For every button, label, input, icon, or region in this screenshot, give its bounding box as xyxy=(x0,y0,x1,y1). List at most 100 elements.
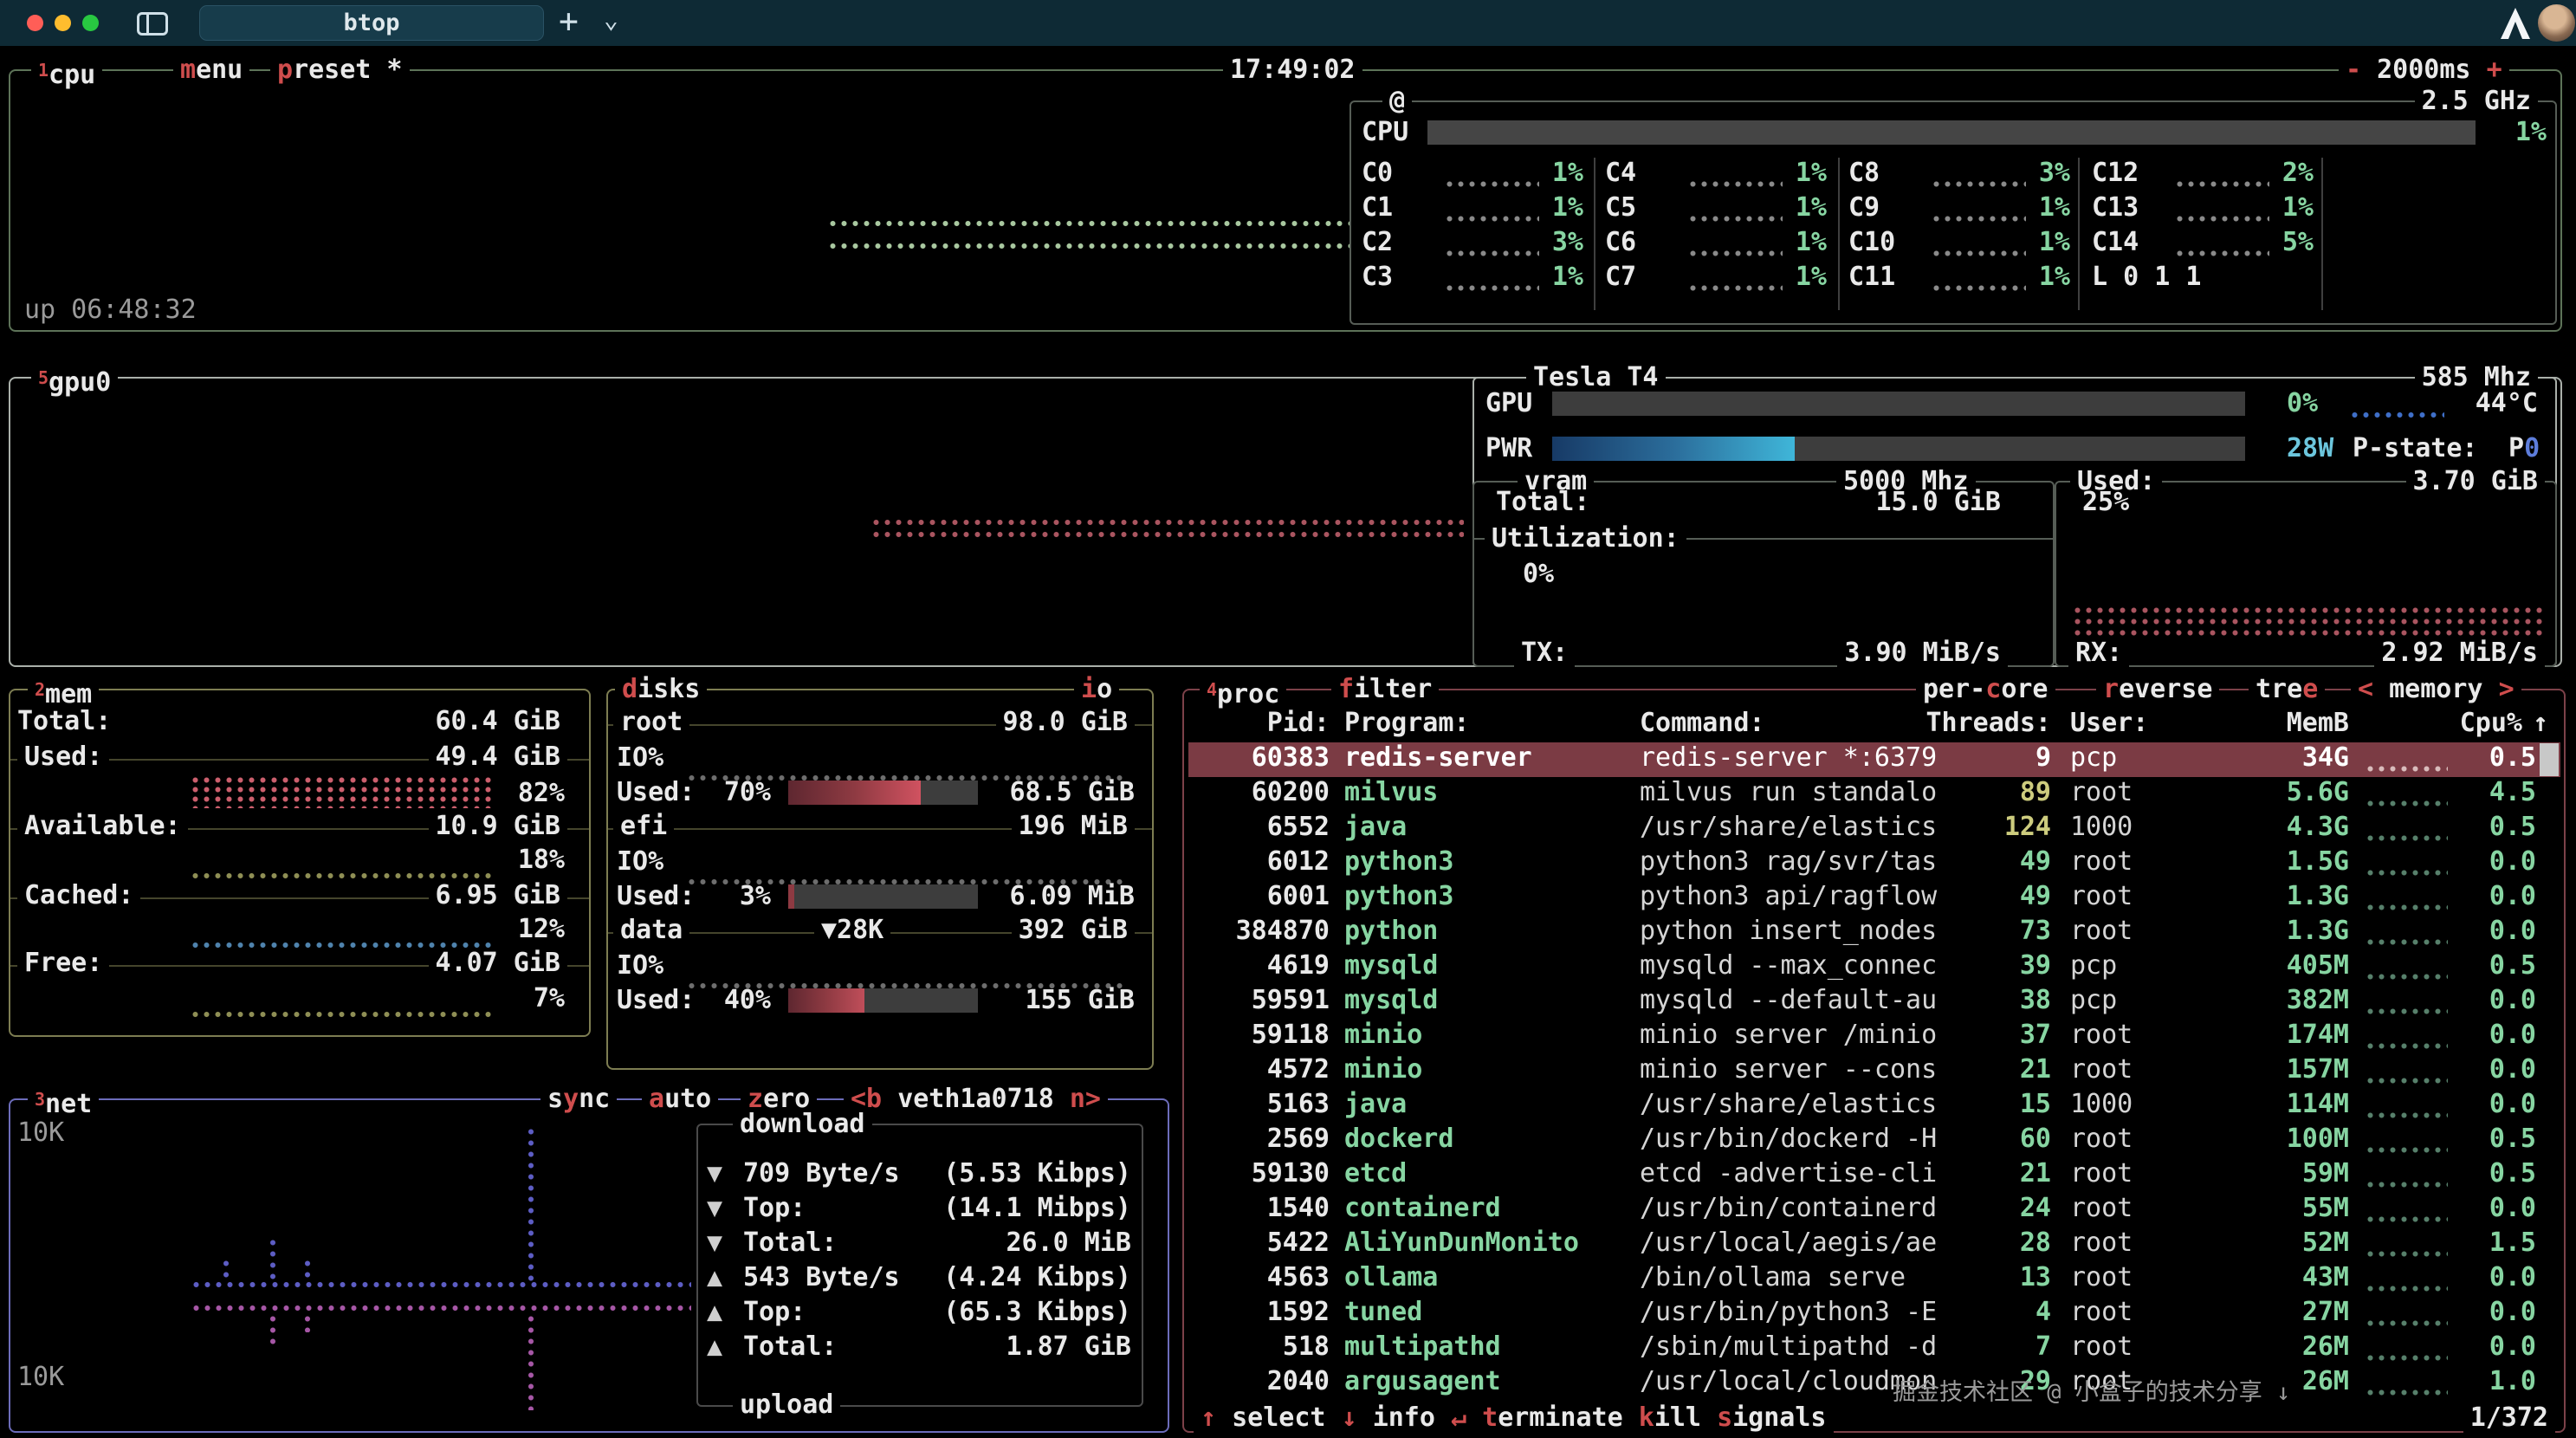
process-row[interactable]: 60383redis-serverredis-server *:63799pcp… xyxy=(1188,742,2560,777)
process-row[interactable]: 1540containerd/usr/bin/containerd24root5… xyxy=(1188,1193,2560,1227)
process-row[interactable]: 5163java/usr/share/elastics151000114M0.0 xyxy=(1188,1089,2560,1124)
new-tab-button[interactable]: + xyxy=(559,2,579,40)
proc-cpu: 0.0 xyxy=(2489,881,2536,911)
col-header-program[interactable]: Program: xyxy=(1344,708,1470,738)
terminate-button[interactable]: terminate xyxy=(1482,1402,1623,1433)
io-mode-button[interactable]: io xyxy=(1074,675,1119,704)
disk-used-meter xyxy=(788,781,978,805)
proc-memb: 1.3G xyxy=(2287,881,2349,911)
signals-button[interactable]: signals xyxy=(1717,1402,1826,1433)
select-up-key[interactable]: ↑ xyxy=(1201,1402,1216,1433)
gpu-pstate-label: P-state: xyxy=(2353,433,2478,463)
process-row[interactable]: 6552java/usr/share/elastics12410004.3G0.… xyxy=(1188,812,2560,846)
proc-program: ollama xyxy=(1344,1262,1438,1292)
enter-key-icon[interactable]: ↵ xyxy=(1451,1402,1466,1433)
reverse-toggle[interactable]: reverse xyxy=(2096,675,2219,704)
disk-io-badge: ▼28K xyxy=(814,916,890,945)
process-row[interactable]: 5422AliYunDunMonito/usr/local/aegis/ae28… xyxy=(1188,1227,2560,1262)
cpu-summary-title: @ xyxy=(1382,87,1412,116)
menu-button[interactable]: menu xyxy=(173,55,249,85)
proc-footer: ↑ select ↓ info ↵ terminate kill signals xyxy=(1194,1403,1834,1433)
gpu-panel-title[interactable]: 5gpu0 xyxy=(31,363,118,398)
info-label[interactable]: info xyxy=(1373,1402,1435,1433)
proc-program: containerd xyxy=(1344,1193,1501,1223)
proc-cpu: 0.5 xyxy=(2489,742,2536,773)
next-interface-button[interactable]: n> xyxy=(1070,1084,1101,1114)
proc-user: root xyxy=(2070,1227,2133,1258)
tab-dropdown-icon[interactable]: ⌄ xyxy=(604,5,618,34)
process-row[interactable]: 4563ollama/bin/ollama serve13root43M0.0 xyxy=(1188,1262,2560,1297)
interval-increase-button[interactable]: + xyxy=(2487,55,2502,85)
proc-threads: 60 xyxy=(2020,1124,2051,1154)
proc-program: minio xyxy=(1344,1020,1422,1050)
tree-toggle[interactable]: tree xyxy=(2249,675,2325,704)
sidebar-toggle-icon[interactable] xyxy=(137,12,168,36)
process-row[interactable]: 2040argusagent/usr/local/cloudmon29root2… xyxy=(1188,1366,2560,1401)
kill-button[interactable]: kill xyxy=(1639,1402,1701,1433)
process-row[interactable]: 60200milvusmilvus run standalo89root5.6G… xyxy=(1188,777,2560,812)
disks-panel-title[interactable]: disks xyxy=(615,675,707,704)
interval-decrease-button[interactable]: - xyxy=(2346,55,2361,85)
user-avatar[interactable] xyxy=(2538,4,2575,42)
proc-user: pcp xyxy=(2070,950,2117,981)
close-window-button[interactable] xyxy=(27,15,43,31)
proc-cpu-graph xyxy=(2365,1285,2448,1292)
cpu-core-cell: C31% xyxy=(1362,262,1583,296)
filter-button[interactable]: filter xyxy=(1331,675,1439,704)
net-stat-row: ▼Total:26.0 MiB xyxy=(698,1227,1142,1262)
process-row[interactable]: 384870pythonpython insert_nodes73root1.3… xyxy=(1188,916,2560,950)
proc-panel-title[interactable]: 4proc xyxy=(1200,675,1286,709)
cpu-core-cell: C131% xyxy=(2092,192,2314,227)
col-header-threads[interactable]: Threads: xyxy=(1926,708,2052,738)
proc-cpu-graph xyxy=(2365,1042,2448,1050)
proc-cpu-graph xyxy=(2365,834,2448,842)
sort-next-button[interactable]: > xyxy=(2499,674,2515,704)
col-header-user[interactable]: User: xyxy=(2070,708,2148,738)
net-panel-title[interactable]: 3net xyxy=(28,1085,99,1119)
net-auto-button[interactable]: auto xyxy=(642,1085,718,1114)
proc-cpu-graph xyxy=(2365,1111,2448,1119)
process-row[interactable]: 4619mysqldmysqld --max_connec39pcp405M0.… xyxy=(1188,950,2560,985)
sort-column-selector[interactable]: < memory > xyxy=(2351,675,2521,704)
core-label: C12 xyxy=(2092,158,2139,188)
core-graph xyxy=(1931,215,2026,223)
proc-threads: 49 xyxy=(2020,846,2051,877)
col-header-cpu[interactable]: Cpu% xyxy=(2460,708,2522,738)
net-sync-button[interactable]: sync xyxy=(540,1085,617,1114)
proc-cpu-graph xyxy=(2365,800,2448,807)
net-download-spike xyxy=(222,1258,230,1282)
per-core-toggle[interactable]: per-core xyxy=(1916,675,2055,704)
sort-prev-button[interactable]: < xyxy=(2358,674,2373,704)
proc-cpu: 0.5 xyxy=(2489,1158,2536,1189)
cpu-panel-title[interactable]: 1cpu xyxy=(31,55,102,90)
select-down-key[interactable]: ↓ xyxy=(1342,1402,1357,1433)
process-row[interactable]: 1592tuned/usr/bin/python3 -E4root27M0.0 xyxy=(1188,1297,2560,1331)
proc-command: /bin/ollama serve xyxy=(1640,1262,1906,1292)
mem-panel-title[interactable]: 2mem xyxy=(28,675,99,709)
terminal-tab[interactable]: btop xyxy=(199,5,544,41)
net-stat-value: 26.0 MiB xyxy=(1006,1227,1132,1258)
proc-cpu-graph xyxy=(2365,938,2448,946)
preset-button[interactable]: preset * xyxy=(270,55,410,85)
process-row[interactable]: 2569dockerd/usr/bin/dockerd -H60root100M… xyxy=(1188,1124,2560,1158)
process-row[interactable]: 59130etcdetcd -advertise-cli21root59M0.5 xyxy=(1188,1158,2560,1193)
proc-memb: 1.3G xyxy=(2287,916,2349,946)
col-header-pid[interactable]: Pid: xyxy=(1267,708,1330,738)
proc-scrollbar-handle[interactable] xyxy=(2540,743,2559,776)
core-graph xyxy=(1687,180,1783,188)
process-row[interactable]: 4572miniominio server --cons21root157M0.… xyxy=(1188,1054,2560,1089)
process-row[interactable]: 518multipathd/sbin/multipathd -d7root26M… xyxy=(1188,1331,2560,1366)
net-interface-switcher[interactable]: <b veth1a0718 n> xyxy=(844,1085,1108,1114)
minimize-window-button[interactable] xyxy=(55,15,71,31)
maximize-window-button[interactable] xyxy=(82,15,99,31)
proc-command: milvus run standalo xyxy=(1640,777,1937,807)
proc-memb: 1.5G xyxy=(2287,846,2349,877)
net-stat-label: Top: xyxy=(743,1297,806,1327)
process-row[interactable]: 59118miniominio server /minio37root174M0… xyxy=(1188,1020,2560,1054)
process-row[interactable]: 6001python3python3 api/ragflow49root1.3G… xyxy=(1188,881,2560,916)
col-header-command[interactable]: Command: xyxy=(1640,708,1765,738)
proc-user: root xyxy=(2070,1262,2133,1292)
process-row[interactable]: 6012python3python3 rag/svr/tas49root1.5G… xyxy=(1188,846,2560,881)
process-row[interactable]: 59591mysqldmysqld --default-au38pcp382M0… xyxy=(1188,985,2560,1020)
col-header-memb[interactable]: MemB xyxy=(2287,708,2349,738)
